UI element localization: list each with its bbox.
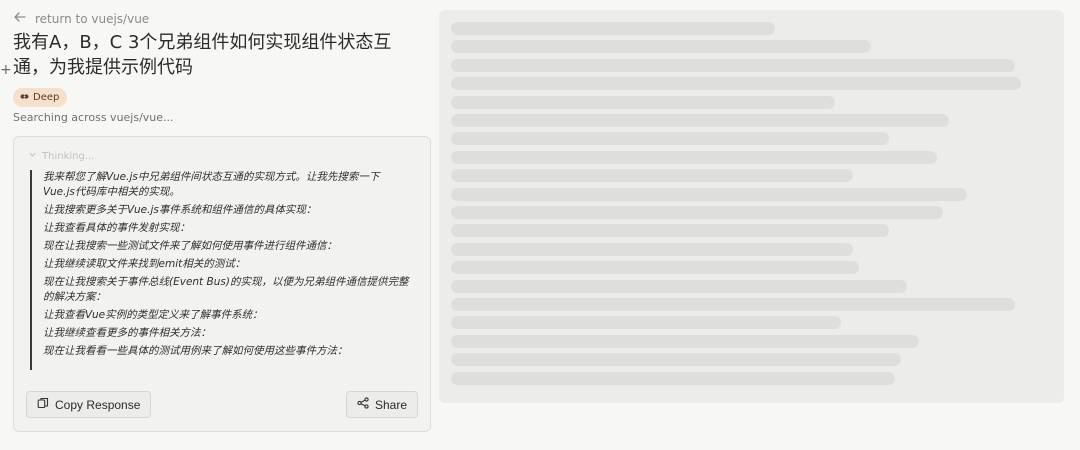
- thinking-step: 让我继续查看更多的事件相关方法：: [43, 327, 211, 339]
- answer-panel: return to vuejs/vue 我有A，B，C 3个兄弟组件如何实现组件…: [0, 0, 431, 450]
- thinking-label: Thinking...: [42, 150, 95, 162]
- mode-badge: Deep: [13, 88, 68, 107]
- plus-cursor-icon: +: [0, 62, 12, 78]
- mode-badge-label: Deep: [33, 92, 60, 103]
- skeleton-line: [451, 334, 919, 348]
- skeleton-line: [451, 206, 943, 219]
- back-link-label: return to vuejs/vue: [35, 11, 150, 26]
- arrow-left-icon: [13, 10, 27, 27]
- question-title: 我有A，B，C 3个兄弟组件如何实现组件状态互通，为我提供示例代码: [13, 32, 392, 78]
- skeleton-line: [451, 169, 853, 183]
- skeleton-line: [451, 150, 937, 164]
- skeleton-line: [451, 371, 895, 385]
- thinking-step: 现在让我搜索一些测试文件来了解如何使用事件进行组件通信：: [43, 240, 337, 252]
- search-status: Searching across vuejs/vue...: [13, 111, 174, 124]
- skeleton-line: [451, 132, 889, 146]
- thinking-card: Thinking... 我来帮您了解Vue.js中兄弟组件间状态互通的实现方式。…: [13, 136, 431, 432]
- skeleton-line: [451, 95, 835, 109]
- skeleton-line: [451, 114, 949, 127]
- back-link[interactable]: return to vuejs/vue: [13, 10, 149, 27]
- share-button[interactable]: Share: [345, 391, 418, 418]
- skeleton-line: [451, 224, 889, 238]
- skeleton-line: [451, 58, 1015, 72]
- thinking-step: 现在让我搜索关于事件总线(Event Bus)的实现，以便为兄弟组件通信提供完整…: [43, 276, 409, 303]
- skeleton-line: [451, 279, 907, 293]
- sparkle-icon: [20, 92, 29, 104]
- skeleton-line: [451, 261, 859, 275]
- thinking-step: 我来帮您了解Vue.js中兄弟组件间状态互通的实现方式。让我先搜索一下Vue.j…: [43, 171, 380, 198]
- chevron-down-icon: [28, 150, 37, 162]
- skeleton-line: [451, 316, 841, 330]
- skeleton-line: [451, 187, 967, 201]
- skeleton-line: [451, 22, 775, 35]
- skeleton-line: [451, 40, 871, 54]
- share-icon: [357, 397, 369, 412]
- loading-skeleton-panel: [439, 10, 1064, 403]
- thinking-toggle[interactable]: Thinking...: [28, 150, 94, 162]
- thinking-step: 让我查看Vue实例的类型定义来了解事件系统：: [43, 309, 263, 321]
- thinking-step: 让我继续读取文件来找到emit相关的测试：: [43, 258, 246, 270]
- skeleton-line: [451, 77, 1021, 91]
- copy-response-label: Copy Response: [55, 397, 141, 412]
- skeleton-line: [451, 298, 1015, 311]
- thinking-steps: 我来帮您了解Vue.js中兄弟组件间状态互通的实现方式。让我先搜索一下Vue.j…: [30, 170, 410, 370]
- thinking-step: 让我搜索更多关于Vue.js事件系统和组件通信的具体实现：: [43, 204, 317, 216]
- thinking-step: 现在让我看看一些具体的测试用例来了解如何使用这些事件方法：: [43, 345, 348, 357]
- thinking-step: 让我查看具体的事件发射实现：: [43, 222, 190, 234]
- skeleton-line: [451, 353, 901, 367]
- copy-response-button[interactable]: Copy Response: [26, 391, 152, 418]
- skeleton-line: [451, 242, 853, 256]
- copy-icon: [37, 397, 49, 412]
- share-label: Share: [374, 397, 407, 412]
